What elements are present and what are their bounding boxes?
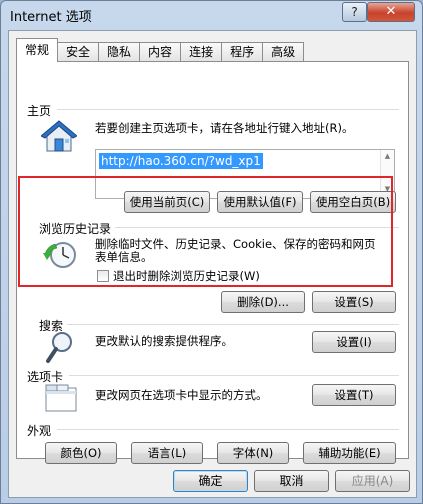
accessibility-button[interactable]: 辅助功能(E)	[303, 442, 396, 464]
title-bar[interactable]: Internet 选项 ? ✕	[1, 1, 422, 29]
fonts-button[interactable]: 字体(N)	[217, 442, 289, 464]
house-icon	[41, 120, 77, 152]
delete-history-button[interactable]: 删除(D)...	[221, 291, 305, 313]
homepage-description: 若要创建主页选项卡，请在各地址行键入地址(R)。	[95, 121, 354, 135]
internet-options-window: Internet 选项 ? ✕ 常规 安全 隐私 内容 连接 程序 高级 主页 …	[0, 0, 423, 504]
cancel-button[interactable]: 取消	[254, 470, 329, 492]
homepage-title: 主页	[27, 102, 56, 119]
tab-programs[interactable]: 程序	[222, 42, 264, 62]
tabs-section-title: 选项卡	[27, 368, 68, 385]
window-title: Internet 选项	[10, 10, 92, 25]
languages-button[interactable]: 语言(L)	[131, 442, 203, 464]
search-settings-button[interactable]: 设置(I)	[312, 331, 396, 353]
colors-button[interactable]: 颜色(O)	[45, 442, 117, 464]
tab-strip: 常规 安全 隐私 内容 连接 程序 高级	[16, 38, 305, 62]
ok-button[interactable]: 确定	[173, 470, 248, 492]
tab-content[interactable]: 内容	[140, 42, 182, 62]
tabs-divider	[69, 375, 399, 376]
tab-connections[interactable]: 连接	[181, 42, 223, 62]
scroll-up-icon[interactable]: ▲	[381, 152, 394, 160]
tab-advanced[interactable]: 高级	[263, 42, 305, 62]
homepage-url-text[interactable]: http://hao.360.cn/?wd_xp1	[99, 153, 263, 169]
search-description: 更改默认的搜索提供程序。	[95, 334, 233, 348]
tabs-section-description: 更改网页在选项卡中显示的方式。	[95, 388, 268, 402]
close-button[interactable]: ✕	[367, 2, 415, 22]
tabs-settings-button[interactable]: 设置(T)	[312, 384, 396, 406]
apply-button[interactable]: 应用(A)	[335, 470, 410, 492]
help-button[interactable]: ?	[342, 2, 367, 22]
tabs-window-icon	[45, 384, 77, 412]
search-divider	[57, 324, 399, 325]
tab-security[interactable]: 安全	[58, 42, 100, 62]
history-highlight-box	[18, 176, 393, 287]
history-settings-button[interactable]: 设置(S)	[312, 291, 396, 313]
appearance-title: 外观	[27, 422, 56, 439]
tab-privacy[interactable]: 隐私	[99, 42, 141, 62]
homepage-divider	[57, 109, 399, 110]
tab-general[interactable]: 常规	[16, 38, 59, 62]
magnifier-icon	[46, 332, 72, 363]
appearance-divider	[57, 429, 399, 430]
